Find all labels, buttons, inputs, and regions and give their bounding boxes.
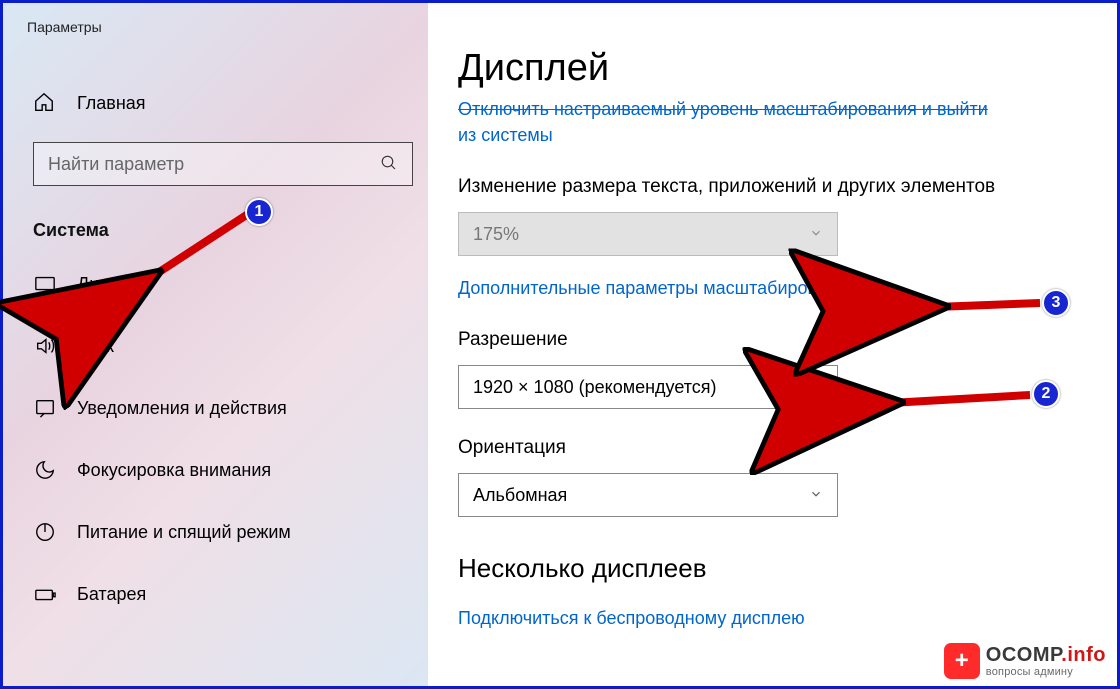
multiple-displays-heading: Несколько дисплеев: [458, 553, 1077, 584]
sidebar-item-label: Питание и спящий режим: [77, 522, 291, 543]
home-icon: [33, 91, 57, 116]
sidebar-item-sound[interactable]: Звук: [3, 315, 428, 377]
power-icon: [33, 521, 57, 543]
clipped-text-line1: Отключить настраиваемый уровень масштаби…: [458, 99, 988, 119]
search-icon: [380, 154, 398, 175]
sidebar-item-label: Батарея: [77, 584, 146, 605]
home-label: Главная: [77, 93, 146, 114]
app-title: Параметры: [3, 9, 428, 35]
resolution-dropdown[interactable]: 1920 × 1080 (рекомендуется): [458, 365, 838, 409]
resolution-value: 1920 × 1080 (рекомендуется): [473, 377, 717, 398]
search-input[interactable]: [48, 154, 380, 175]
orientation-label: Ориентация: [458, 437, 1077, 459]
sidebar-item-label: Уведомления и действия: [77, 398, 287, 419]
sidebar-item-notifications[interactable]: Уведомления и действия: [3, 377, 428, 439]
chevron-down-icon: [809, 485, 823, 506]
search-input-wrapper[interactable]: [33, 142, 413, 186]
orientation-value: Альбомная: [473, 485, 567, 506]
sidebar: Параметры Главная Система Дисплей Звук: [3, 3, 428, 686]
page-title: Дисплей: [458, 47, 1077, 90]
sidebar-item-label: Фокусировка внимания: [77, 460, 271, 481]
sidebar-item-label: Дисплей: [77, 274, 149, 295]
connect-wireless-display-link[interactable]: Подключиться к беспроводному дисплею: [458, 606, 1077, 631]
orientation-dropdown[interactable]: Альбомная: [458, 473, 838, 517]
disable-custom-scaling-link[interactable]: Отключить настраиваемый уровень масштаби…: [458, 96, 1077, 148]
scaling-dropdown[interactable]: 175%: [458, 212, 838, 256]
sidebar-item-display[interactable]: Дисплей: [3, 253, 428, 315]
chevron-down-icon: [809, 377, 823, 398]
clipped-text-line2: из системы: [458, 125, 553, 145]
home-nav[interactable]: Главная: [3, 77, 428, 130]
battery-icon: [33, 583, 57, 605]
sound-icon: [33, 335, 57, 357]
sidebar-item-battery[interactable]: Батарея: [3, 563, 428, 625]
scaling-label: Изменение размера текста, приложений и д…: [458, 176, 1077, 198]
chevron-down-icon: [809, 224, 823, 245]
resolution-label: Разрешение: [458, 329, 1077, 351]
main-content: Дисплей Отключить настраиваемый уровень …: [428, 3, 1117, 686]
focus-icon: [33, 459, 57, 481]
sidebar-item-label: Звук: [77, 336, 114, 357]
sidebar-section-label: Система: [3, 202, 428, 253]
sidebar-item-power[interactable]: Питание и спящий режим: [3, 501, 428, 563]
display-icon: [33, 273, 57, 295]
sidebar-item-focus[interactable]: Фокусировка внимания: [3, 439, 428, 501]
advanced-scaling-link[interactable]: Дополнительные параметры масштабирования: [458, 276, 1077, 301]
scaling-value: 175%: [473, 224, 519, 245]
notifications-icon: [33, 397, 57, 419]
